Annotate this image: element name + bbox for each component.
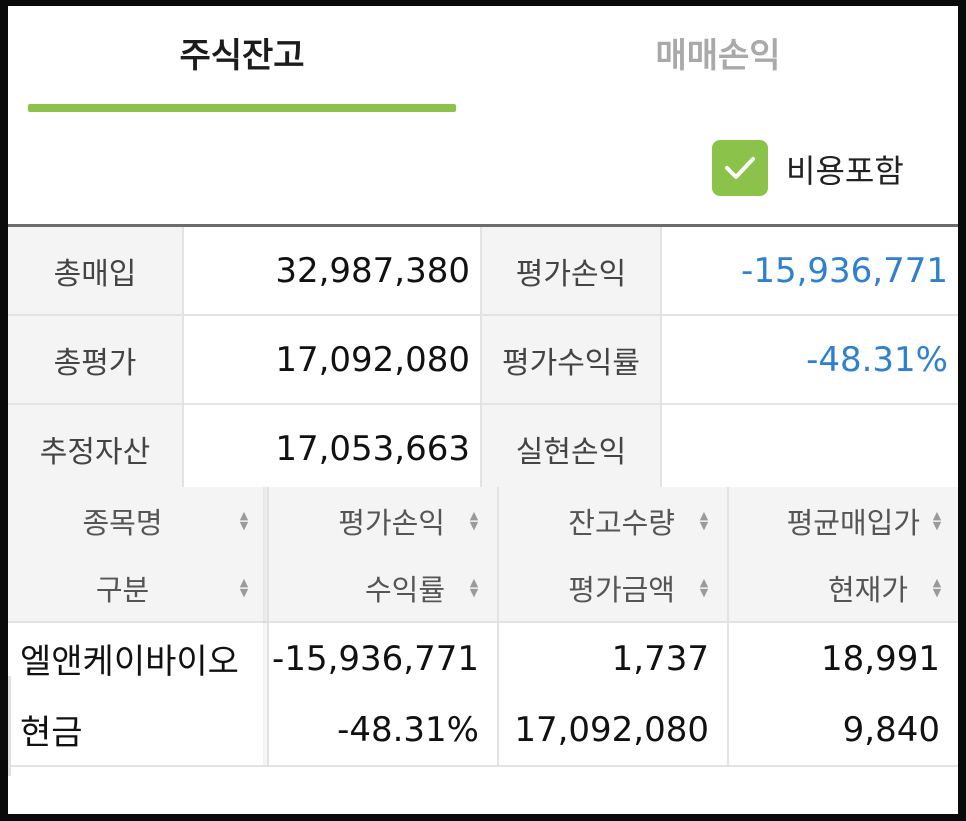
holdings-header: 종목명 ▲ ▼ 구분 ▲ ▼ 평가손익 ▲ ▼ 수익률 ▲ ▼ 잔고수량 ▲ ▼ 평가금액… bbox=[8, 487, 958, 623]
avg-price-cell: 18,991 bbox=[821, 638, 940, 679]
holding-row[interactable]: 엘앤케이바이오 현금 -15,936,771 -48.31% 1,737 17,… bbox=[8, 623, 958, 767]
eval-amount-cell: 17,092,080 bbox=[514, 709, 709, 750]
include-cost-checkbox[interactable] bbox=[712, 140, 768, 196]
sort-name-header[interactable]: 종목명 ▲ ▼ bbox=[8, 487, 267, 554]
sort-arrows-icon: ▲ ▼ bbox=[932, 508, 942, 532]
eval-pl-cell: -15,936,771 bbox=[272, 638, 479, 679]
tab-bar: 주식잔고 매매손익 bbox=[8, 6, 958, 116]
realized-pl-value bbox=[662, 405, 958, 492]
sort-return-header[interactable]: 수익률 ▲ ▼ bbox=[269, 554, 497, 621]
tab-stock-balance[interactable]: 주식잔고 bbox=[28, 28, 456, 77]
header-label: 수익률 bbox=[364, 572, 445, 607]
stock-name: 엘앤케이바이오 bbox=[20, 642, 239, 682]
sort-arrows-icon: ▲ ▼ bbox=[239, 508, 249, 532]
eval-return-value: -48.31% bbox=[662, 316, 958, 403]
frozen-column-shadow bbox=[263, 487, 269, 765]
summary-row: 총평가 17,092,080 평가수익률 -48.31% bbox=[8, 316, 958, 405]
header-label: 구분 bbox=[95, 572, 150, 607]
header-label: 현재가 bbox=[827, 572, 908, 607]
sort-avg-price-header[interactable]: 평균매입가 ▲ ▼ bbox=[729, 487, 958, 554]
holding-type: 현금 bbox=[20, 713, 83, 753]
quantity-cell: 1,737 bbox=[611, 638, 709, 679]
checkmark-icon bbox=[725, 157, 755, 179]
sort-eval-pl-header[interactable]: 평가손익 ▲ ▼ bbox=[269, 487, 497, 554]
include-cost-label: 비용포함 bbox=[786, 152, 904, 190]
header-label: 평균매입가 bbox=[786, 505, 920, 540]
summary-row: 총매입 32,987,380 평가손익 -15,936,771 bbox=[8, 227, 958, 316]
header-label: 평가금액 bbox=[568, 572, 675, 607]
header-label: 평가손익 bbox=[338, 505, 445, 540]
current-price-cell: 9,840 bbox=[842, 709, 940, 750]
sort-arrows-icon: ▲ ▼ bbox=[239, 575, 249, 599]
total-purchase-value: 32,987,380 bbox=[184, 227, 480, 314]
sort-arrows-icon: ▲ ▼ bbox=[469, 575, 479, 599]
sort-arrows-icon: ▲ ▼ bbox=[469, 508, 479, 532]
return-rate-cell: -48.31% bbox=[337, 709, 479, 750]
scroll-edge-indicator bbox=[8, 676, 11, 776]
sort-type-header[interactable]: 구분 ▲ ▼ bbox=[8, 554, 267, 621]
summary-table: 총매입 32,987,380 평가손익 -15,936,771 총평가 17,0… bbox=[8, 227, 958, 494]
tab-trade-pl[interactable]: 매매손익 bbox=[488, 28, 948, 77]
sort-eval-amount-header[interactable]: 평가금액 ▲ ▼ bbox=[499, 554, 727, 621]
total-eval-value: 17,092,080 bbox=[184, 316, 480, 403]
sort-arrows-icon: ▲ ▼ bbox=[699, 575, 709, 599]
sort-arrows-icon: ▲ ▼ bbox=[699, 508, 709, 532]
total-purchase-label: 총매입 bbox=[8, 227, 182, 314]
eval-pl-value: -15,936,771 bbox=[662, 227, 958, 314]
sort-arrows-icon: ▲ ▼ bbox=[932, 575, 942, 599]
realized-pl-label: 실현손익 bbox=[482, 405, 660, 492]
total-eval-label: 총평가 bbox=[8, 316, 182, 403]
est-assets-label: 추정자산 bbox=[8, 405, 182, 492]
header-label: 잔고수량 bbox=[568, 505, 675, 540]
eval-pl-label: 평가손익 bbox=[482, 227, 660, 314]
app-frame: 주식잔고 매매손익 비용포함 총매입 32,987,380 평가손익 -15,9… bbox=[8, 6, 958, 814]
sort-quantity-header[interactable]: 잔고수량 ▲ ▼ bbox=[499, 487, 727, 554]
summary-row: 추정자산 17,053,663 실현손익 bbox=[8, 405, 958, 494]
active-tab-indicator bbox=[28, 104, 456, 112]
est-assets-value: 17,053,663 bbox=[184, 405, 480, 492]
eval-return-label: 평가수익률 bbox=[482, 316, 660, 403]
sort-current-price-header[interactable]: 현재가 ▲ ▼ bbox=[729, 554, 958, 621]
header-label: 종목명 bbox=[82, 505, 163, 540]
